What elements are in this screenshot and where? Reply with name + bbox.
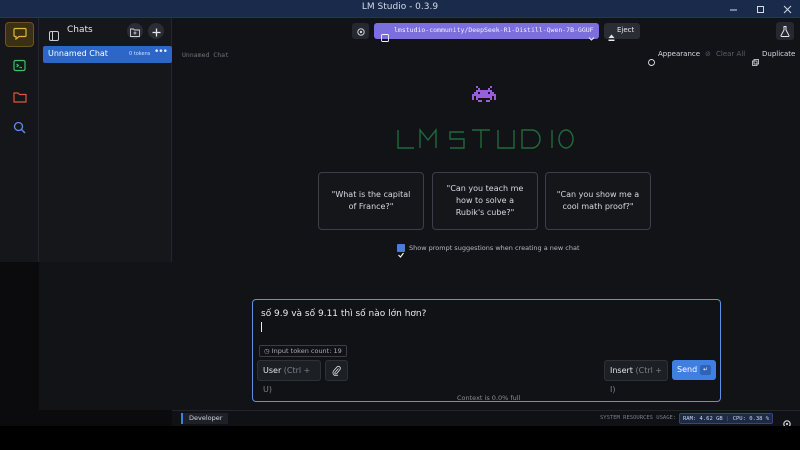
chat-item-tokens: 0 tokens <box>129 51 151 57</box>
search-icon <box>13 119 26 138</box>
ram-usage: RAM: 4.62 GB <box>683 416 723 422</box>
status-bar: Developer SYSTEM RESOURCES USAGE: RAM: 4… <box>172 410 800 428</box>
close-icon[interactable] <box>774 0 800 18</box>
bottom-background <box>0 426 800 450</box>
user-role-button[interactable]: User (Ctrl + U) <box>257 360 321 394</box>
model-name: lmstudio-community/DeepSeek-R1-Distill-Q… <box>394 26 594 34</box>
plus-icon <box>152 22 161 41</box>
window-title: LM Studio - 0.3.9 <box>361 2 439 12</box>
nav-search-button[interactable] <box>5 116 34 141</box>
maximize-icon[interactable] <box>747 0 773 18</box>
system-resources-label: SYSTEM RESOURCES USAGE: <box>600 415 677 421</box>
chat-title: Unnamed Chat <box>182 51 229 59</box>
palette-icon <box>648 51 655 70</box>
send-label: Send <box>677 365 698 374</box>
copy-icon <box>752 51 759 70</box>
new-chat-button[interactable] <box>148 23 164 39</box>
clock-icon: ◷ <box>264 347 270 355</box>
sidebar-toggle-icon[interactable] <box>49 26 59 45</box>
insert-label: Insert <box>610 366 633 375</box>
minimize-icon[interactable] <box>720 0 746 18</box>
appearance-button[interactable]: Appearance <box>658 50 700 58</box>
cpu-usage: CPU: 0.38 % <box>732 416 770 422</box>
send-button[interactable]: Send ↵ <box>672 360 716 380</box>
user-role-label: User <box>263 366 282 375</box>
eject-button[interactable]: Eject <box>604 23 640 41</box>
context-usage: Context is 0.0% full <box>457 394 521 402</box>
suggestion-card[interactable]: "What is the capital of France?" <box>318 172 424 230</box>
token-count-badge: ◷ Input token count: 19 <box>259 345 347 357</box>
model-settings-button[interactable] <box>352 23 369 39</box>
clear-icon: ⊘ <box>705 50 711 58</box>
divider: | <box>726 416 733 422</box>
eject-label: Eject <box>617 26 635 34</box>
nav-models-button[interactable] <box>5 85 34 110</box>
new-folder-button[interactable] <box>127 23 143 39</box>
paperclip-icon <box>332 361 341 380</box>
flask-icon <box>780 22 790 41</box>
message-input[interactable]: số 9.9 và số 9.11 thì số nào lớn hơn? <box>261 309 426 319</box>
chevron-down-icon <box>588 27 595 46</box>
chats-label: Chats <box>67 25 93 35</box>
title-bar: LM Studio - 0.3.9 <box>0 0 800 18</box>
clear-all-button[interactable]: Clear All <box>716 50 745 58</box>
chat-item-menu-icon[interactable]: ••• <box>154 47 168 57</box>
model-selector[interactable]: lmstudio-community/DeepSeek-R1-Distill-Q… <box>374 23 599 42</box>
enter-key-icon: ↵ <box>700 365 711 375</box>
developer-tab[interactable]: Developer <box>181 413 229 424</box>
left-background <box>39 262 172 410</box>
chat-item-name: Unnamed Chat <box>48 49 108 58</box>
attach-button[interactable] <box>325 360 348 381</box>
folder-plus-icon <box>130 22 140 41</box>
space-invader-logo <box>472 86 496 110</box>
text-caret <box>261 322 262 332</box>
flask-button[interactable] <box>776 22 794 40</box>
token-count-label: Input token count: 19 <box>271 347 342 355</box>
eject-icon <box>608 27 615 46</box>
folder-icon <box>12 88 27 107</box>
duplicate-button[interactable]: Duplicate <box>762 50 795 58</box>
chats-panel: Chats Unnamed Chat 0 tokens ••• <box>39 18 172 262</box>
resource-usage-badge[interactable]: RAM: 4.62 GB | CPU: 0.38 % <box>679 413 774 424</box>
message-composer[interactable]: số 9.9 và số 9.11 thì số nào lớn hơn? ◷ … <box>252 299 721 402</box>
gear-icon <box>356 22 366 41</box>
insert-button[interactable]: Insert (Ctrl + I) <box>604 360 668 394</box>
nav-developer-button[interactable] <box>5 54 34 79</box>
terminal-icon <box>13 57 26 76</box>
show-suggestions-checkbox[interactable] <box>397 244 405 258</box>
chat-list-item[interactable]: Unnamed Chat 0 tokens ••• <box>43 46 172 63</box>
nav-rail <box>0 18 39 262</box>
chat-bubble-icon <box>12 25 27 44</box>
suggestion-card[interactable]: "Can you teach me how to solve a Rubik's… <box>432 172 538 230</box>
lm-studio-ascii-logo <box>394 126 574 152</box>
model-chip-icon <box>381 27 389 46</box>
nav-chat-button[interactable] <box>5 22 34 47</box>
chats-header: Chats <box>39 18 172 44</box>
show-suggestions-label: Show prompt suggestions when creating a … <box>409 244 580 252</box>
main-area: lmstudio-community/DeepSeek-R1-Distill-Q… <box>172 18 800 410</box>
suggestion-card[interactable]: "Can you show me a cool math proof?" <box>545 172 651 230</box>
